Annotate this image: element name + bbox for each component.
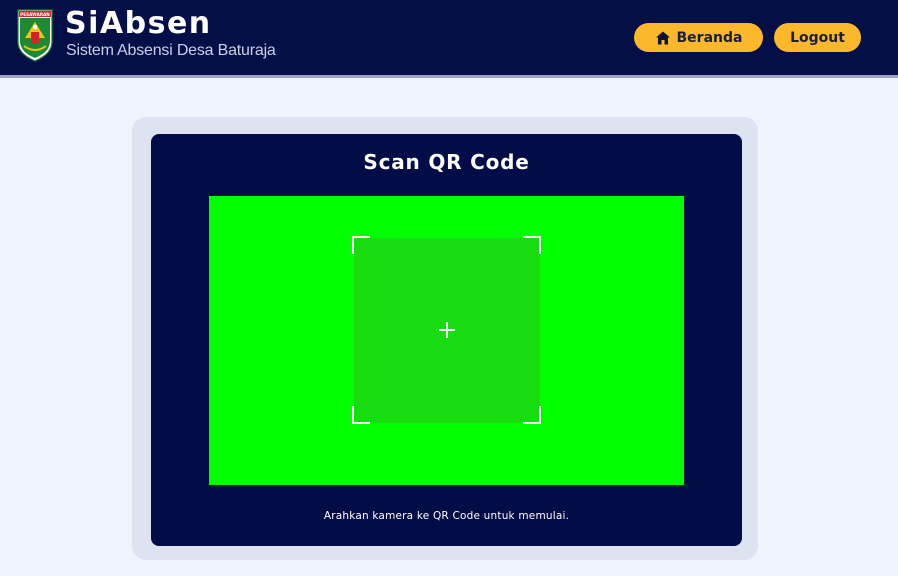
scanner-title: Scan QR Code xyxy=(363,150,530,174)
scan-corner-top-right xyxy=(523,236,541,254)
svg-text:PESAWARAN: PESAWARAN xyxy=(20,12,50,17)
home-button-label: Beranda xyxy=(676,29,743,46)
pesawaran-emblem-logo: PESAWARAN xyxy=(17,9,53,62)
app-subtitle: Sistem Absensi Desa Baturaja xyxy=(66,42,276,59)
logout-button[interactable]: Logout xyxy=(774,23,861,52)
home-icon xyxy=(655,31,670,44)
crosshair-icon xyxy=(439,322,455,338)
scan-corner-bottom-left xyxy=(352,406,370,424)
app-title: SiAbsen xyxy=(65,6,212,41)
logout-button-label: Logout xyxy=(790,29,845,46)
scan-corner-top-left xyxy=(352,236,370,254)
scan-corner-bottom-right xyxy=(523,406,541,424)
scanner-hint: Arahkan kamera ke QR Code untuk memulai. xyxy=(323,510,570,522)
home-button[interactable]: Beranda xyxy=(634,23,763,52)
navbar: PESAWARAN SiAbsen Sistem Absensi Desa Ba… xyxy=(0,0,898,78)
